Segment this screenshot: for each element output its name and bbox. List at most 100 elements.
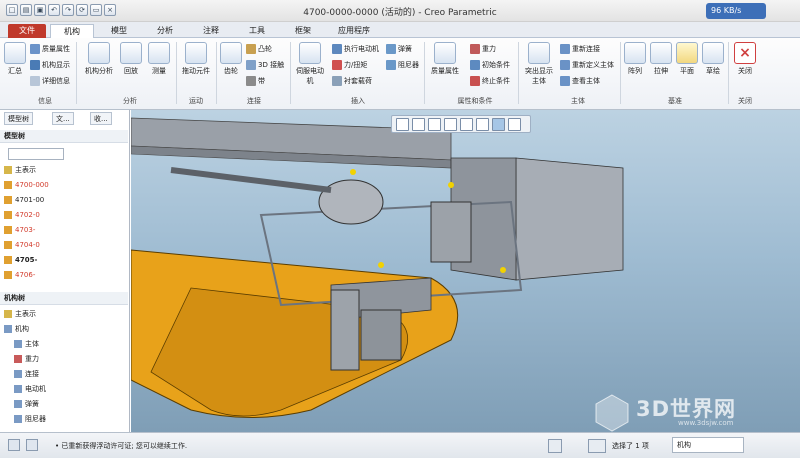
tree-item[interactable]: 4703- [4,224,124,237]
contact3d-button[interactable]: 3D 接触 [246,60,284,70]
group-props-label: 属性和条件 [457,97,493,105]
tree-item[interactable]: 4705- [4,254,124,267]
view-body-button[interactable]: 查看主体 [560,76,600,86]
selection-filter-select[interactable]: 机构 [672,437,744,453]
mass-props-button[interactable]: 质量属性 [30,44,70,54]
tree-item[interactable]: 4701-00 [4,194,124,207]
tab-applications[interactable]: 应用程序 [330,24,378,38]
saved-views-icon[interactable] [476,118,489,131]
snap-icon[interactable] [548,439,562,453]
model-tree-header[interactable]: 模型树 [0,130,128,143]
tree-item-root[interactable]: 4700-000 [4,179,124,192]
datum-display-icon[interactable] [492,118,505,131]
sketch-button[interactable]: 草绘 [702,42,724,76]
mech-item[interactable]: 主体 [14,338,134,351]
mass-props-big-button[interactable]: 质量属性 [428,42,462,76]
reconnect-icon [560,44,570,54]
mech-item[interactable]: 弹簧 [14,398,134,411]
tab-analysis[interactable]: 分析 [150,24,180,38]
playback-button[interactable]: 回放 [120,42,142,76]
graphics-area[interactable] [131,110,800,432]
tab-model[interactable]: 模型 [104,24,134,38]
pattern-button[interactable]: 阵列 [624,42,646,76]
cam-button[interactable]: 凸轮 [246,44,272,54]
assembly-icon [4,181,12,189]
exec-motor-button[interactable]: 执行电动机 [332,44,379,54]
gravity-button[interactable]: 重力 [470,44,496,54]
toggle-panel-icon[interactable] [8,439,20,451]
drag-components-button[interactable]: 拖动元件 [180,42,212,76]
mech-analysis-button[interactable]: 机构分析 [82,42,116,76]
extrude-button[interactable]: 拉伸 [650,42,672,76]
details-button[interactable]: 详细信息 [30,76,70,86]
bushing-button[interactable]: 衬套载荷 [332,76,372,86]
servo-motor-icon [299,42,321,64]
tab-file[interactable]: 文件 [8,24,46,38]
tree-main-rep: 主表示 [4,164,124,177]
tab-tools[interactable]: 工具 [242,24,272,38]
mech-item-root[interactable]: 机构 [4,323,124,336]
mech-item[interactable]: 阻尼器 [14,413,134,426]
belt-button[interactable]: 带 [246,76,265,86]
summary-button[interactable]: 汇总 [4,42,26,76]
highlight-body-button[interactable]: 突出显示主体 [522,42,556,86]
init-cond-button[interactable]: 初始条件 [470,60,510,70]
refit-icon[interactable] [396,118,409,131]
separator [728,42,729,104]
measure-button[interactable]: 测量 [148,42,170,76]
separator [176,42,177,104]
plane-button[interactable]: 平面 [676,42,698,76]
tree-item[interactable]: 4704-0 [4,239,124,252]
mech-item[interactable]: 电动机 [14,383,134,396]
spin-center-icon[interactable] [508,118,521,131]
mech-item[interactable]: 连接 [14,368,134,381]
ribbon: 汇总 质量属性 机构显示 详细信息 信息 机构分析 回放 测量 分析 拖动元件 … [0,38,800,110]
rep-icon [4,310,12,318]
init-cond-icon [470,60,480,70]
joint-marker [378,262,384,268]
redefine-body-button[interactable]: 重新定义主体 [560,60,614,70]
tab-mechanism[interactable]: 机构 [50,24,94,38]
rep-icon [4,166,12,174]
tree-search-input[interactable] [8,148,64,160]
zoom-out-icon[interactable] [428,118,441,131]
group-connect-label: 连接 [247,97,261,105]
close-mechanism-button[interactable]: × 关闭 [734,42,756,76]
tab-folder[interactable]: 文... [52,112,74,125]
force-button[interactable]: 力/扭矩 [332,60,367,70]
damper-button[interactable]: 阻尼器 [386,60,419,70]
tree-item[interactable]: 4702-0 [4,209,124,222]
redefine-body-icon [560,60,570,70]
mech-item[interactable]: 重力 [14,353,134,366]
display-style-icon[interactable] [460,118,473,131]
group-info-label: 信息 [38,97,52,105]
mech-analysis-icon [88,42,110,64]
group-analysis-label: 分析 [123,97,137,105]
force-icon [332,60,342,70]
gear-button[interactable]: 齿轮 [220,42,242,76]
browser-icon[interactable] [26,439,38,451]
tab-favorites[interactable]: 收... [90,112,112,125]
view-toolbar [391,115,531,133]
group-body-label: 主体 [571,97,585,105]
playback-icon [120,42,142,64]
assembly-icon [4,226,12,234]
tree-item[interactable]: 4706- [4,269,124,282]
separator [216,42,217,104]
servo-motor-button[interactable]: 伺服电动机 [294,42,326,86]
tab-model-tree[interactable]: 模型树 [4,112,33,125]
repaint-icon[interactable] [444,118,457,131]
mech-display-button[interactable]: 机构显示 [30,60,70,70]
belt-icon [246,76,256,86]
group-datum-label: 基准 [668,97,682,105]
term-cond-button[interactable]: 终止条件 [470,76,510,86]
separator [518,42,519,104]
body-icon [14,340,22,348]
find-icon[interactable] [588,439,606,453]
reconnect-button[interactable]: 重新连接 [560,44,600,54]
spring-button[interactable]: 弹簧 [386,44,412,54]
tab-framework[interactable]: 框架 [288,24,318,38]
tab-annotate[interactable]: 注释 [196,24,226,38]
zoom-in-icon[interactable] [412,118,425,131]
mech-tree-header[interactable]: 机构树 [0,292,128,305]
